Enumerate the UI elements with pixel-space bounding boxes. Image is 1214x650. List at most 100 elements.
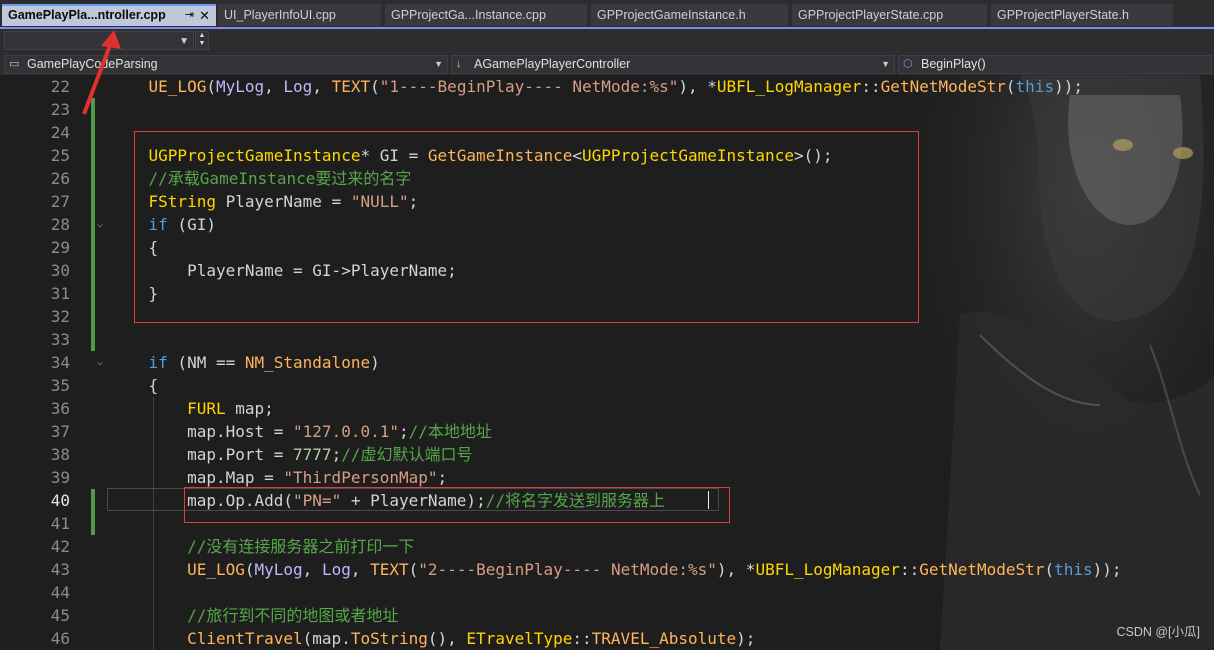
- code-line[interactable]: 35 {: [0, 374, 1214, 397]
- fold-toggle-icon[interactable]: ⌵: [97, 213, 103, 236]
- code-line[interactable]: 31 }: [0, 282, 1214, 305]
- code-text: map.Op.Add("PN=" + PlayerName);//将名字发送到服…: [110, 489, 665, 512]
- method-label: BeginPlay(): [921, 57, 986, 71]
- code-token: PlayerName = GI->PlayerName;: [148, 261, 457, 280]
- code-token: {: [148, 376, 159, 395]
- close-icon[interactable]: ✕: [199, 6, 210, 25]
- method-dropdown[interactable]: ⬡ BeginPlay(): [898, 55, 1212, 74]
- code-token: ;: [331, 445, 342, 464]
- code-text: {: [110, 236, 159, 259]
- code-line[interactable]: 23: [0, 98, 1214, 121]
- code-text: map.Map = "ThirdPersonMap";: [110, 466, 447, 489]
- line-number: 32: [50, 307, 70, 326]
- code-line[interactable]: 33: [0, 328, 1214, 351]
- tab-label: GPProjectGameInstance.h: [597, 8, 746, 22]
- code-token: + PlayerName);: [341, 491, 486, 510]
- scope-spinner[interactable]: ▲ ▼: [195, 31, 209, 50]
- line-number: 41: [50, 514, 70, 533]
- code-token: {: [148, 238, 159, 257]
- code-token: map.Host =: [148, 422, 294, 441]
- change-indicator: [91, 121, 95, 144]
- line-number: 45: [50, 606, 70, 625]
- code-line[interactable]: 39 map.Map = "ThirdPersonMap";: [0, 466, 1214, 489]
- chevron-down-icon[interactable]: ▼: [196, 40, 208, 48]
- code-token: "NULL": [350, 192, 409, 211]
- tab-gpprojectplayerstate-h[interactable]: GPProjectPlayerState.h: [991, 4, 1173, 26]
- tab-gpprojectgameinstance-h[interactable]: GPProjectGameInstance.h: [591, 4, 788, 26]
- code-line[interactable]: 40 map.Op.Add("PN=" + PlayerName);//将名字发…: [0, 489, 1214, 512]
- pin-icon[interactable]: ⇥: [185, 6, 194, 25]
- code-line[interactable]: 38 map.Port = 7777;//虚幻默认端口号: [0, 443, 1214, 466]
- code-token: ), *: [678, 77, 717, 96]
- code-line[interactable]: 24: [0, 121, 1214, 144]
- tab-bar: GamePlayPla...ntroller.cpp ⇥ ✕ UI_Player…: [0, 0, 1214, 29]
- tab-gpprojectgameinstance-cpp[interactable]: GPProjectGa...Instance.cpp: [385, 4, 587, 26]
- code-token: "2----BeginPlay---- NetMode:%s": [418, 560, 717, 579]
- code-text: //旅行到不同的地图或者地址: [110, 604, 398, 627]
- code-line[interactable]: 29 {: [0, 236, 1214, 259]
- code-line[interactable]: 37 map.Host = "127.0.0.1";//本地地址: [0, 420, 1214, 443]
- code-token: //承载GameInstance要过来的名字: [148, 169, 412, 188]
- code-text: UGPProjectGameInstance* GI = GetGameInst…: [110, 144, 833, 167]
- code-line[interactable]: 43 UE_LOG(MyLog, Log, TEXT("2----BeginPl…: [0, 558, 1214, 581]
- code-line[interactable]: 34 ⌵ if (NM == NM_Standalone): [0, 351, 1214, 374]
- change-indicator: [91, 282, 95, 305]
- code-line[interactable]: 36 FURL map;: [0, 397, 1214, 420]
- code-token: "PN=": [293, 491, 342, 510]
- project-dropdown[interactable]: ▭ GamePlayCodeParsing ▼: [4, 55, 448, 74]
- code-token: map;: [225, 399, 274, 418]
- change-indicator: [91, 259, 95, 282]
- code-token: MyLog: [254, 560, 303, 579]
- project-icon: ▭: [9, 58, 20, 70]
- code-line[interactable]: 41: [0, 512, 1214, 535]
- code-line[interactable]: 25 UGPProjectGameInstance* GI = GetGameI…: [0, 144, 1214, 167]
- code-line[interactable]: 27 FString PlayerName = "NULL";: [0, 190, 1214, 213]
- code-token: <: [572, 146, 583, 165]
- tab-gpprojectplayerstate-cpp[interactable]: GPProjectPlayerState.cpp: [792, 4, 987, 26]
- code-token: ;: [399, 422, 409, 441]
- fold-toggle-icon[interactable]: ⌵: [97, 351, 103, 374]
- scope-dropdown[interactable]: ▼: [4, 31, 194, 50]
- code-token: ));: [1054, 77, 1083, 96]
- code-token: PlayerName =: [215, 192, 351, 211]
- class-dropdown[interactable]: ↓ AGamePlayPlayerController ▼: [451, 55, 895, 74]
- code-token: Log: [283, 77, 313, 96]
- code-text: if (NM == NM_Standalone): [110, 351, 380, 374]
- code-line[interactable]: 26 //承载GameInstance要过来的名字: [0, 167, 1214, 190]
- code-token: GetGameInstance: [427, 146, 573, 165]
- code-line[interactable]: 46 ClientTravel(map.ToString(), ETravelT…: [0, 627, 1214, 650]
- tab-label: GPProjectGa...Instance.cpp: [391, 8, 546, 22]
- change-indicator: [91, 190, 95, 213]
- code-line[interactable]: 44: [0, 581, 1214, 604]
- code-line[interactable]: 30 PlayerName = GI->PlayerName;: [0, 259, 1214, 282]
- code-token: ,: [312, 77, 332, 96]
- code-token: //没有连接服务器之前打印一下: [187, 537, 415, 556]
- code-text: ClientTravel(map.ToString(), ETravelType…: [110, 627, 755, 650]
- line-number: 26: [50, 169, 70, 188]
- code-text: UE_LOG(MyLog, Log, TEXT("1----BeginPlay-…: [110, 75, 1083, 98]
- code-line[interactable]: 22 UE_LOG(MyLog, Log, TEXT("1----BeginPl…: [0, 75, 1214, 98]
- code-token: map.Op.Add(: [148, 491, 294, 510]
- code-token: if: [148, 215, 168, 234]
- code-line[interactable]: 42 //没有连接服务器之前打印一下: [0, 535, 1214, 558]
- code-line[interactable]: 32: [0, 305, 1214, 328]
- code-line[interactable]: 28 ⌵ if (GI): [0, 213, 1214, 236]
- code-token: NM_Standalone: [244, 353, 371, 372]
- code-text: PlayerName = GI->PlayerName;: [110, 259, 457, 282]
- tab-ui-playerinfoui-cpp[interactable]: UI_PlayerInfoUI.cpp: [218, 4, 381, 26]
- tab-label: GPProjectPlayerState.cpp: [798, 8, 944, 22]
- method-cube-icon: ⬡: [903, 58, 913, 70]
- change-indicator: [91, 144, 95, 167]
- chevron-up-icon[interactable]: ▲: [196, 32, 208, 40]
- tab-gameplay-controller-cpp[interactable]: GamePlayPla...ntroller.cpp ⇥ ✕: [2, 4, 216, 26]
- code-text: FString PlayerName = "NULL";: [110, 190, 419, 213]
- code-token: UBFL_LogManager: [755, 560, 900, 579]
- code-editor[interactable]: 22 UE_LOG(MyLog, Log, TEXT("1----BeginPl…: [0, 75, 1214, 650]
- code-line[interactable]: 45 //旅行到不同的地图或者地址: [0, 604, 1214, 627]
- code-token: map.Port =: [148, 445, 294, 464]
